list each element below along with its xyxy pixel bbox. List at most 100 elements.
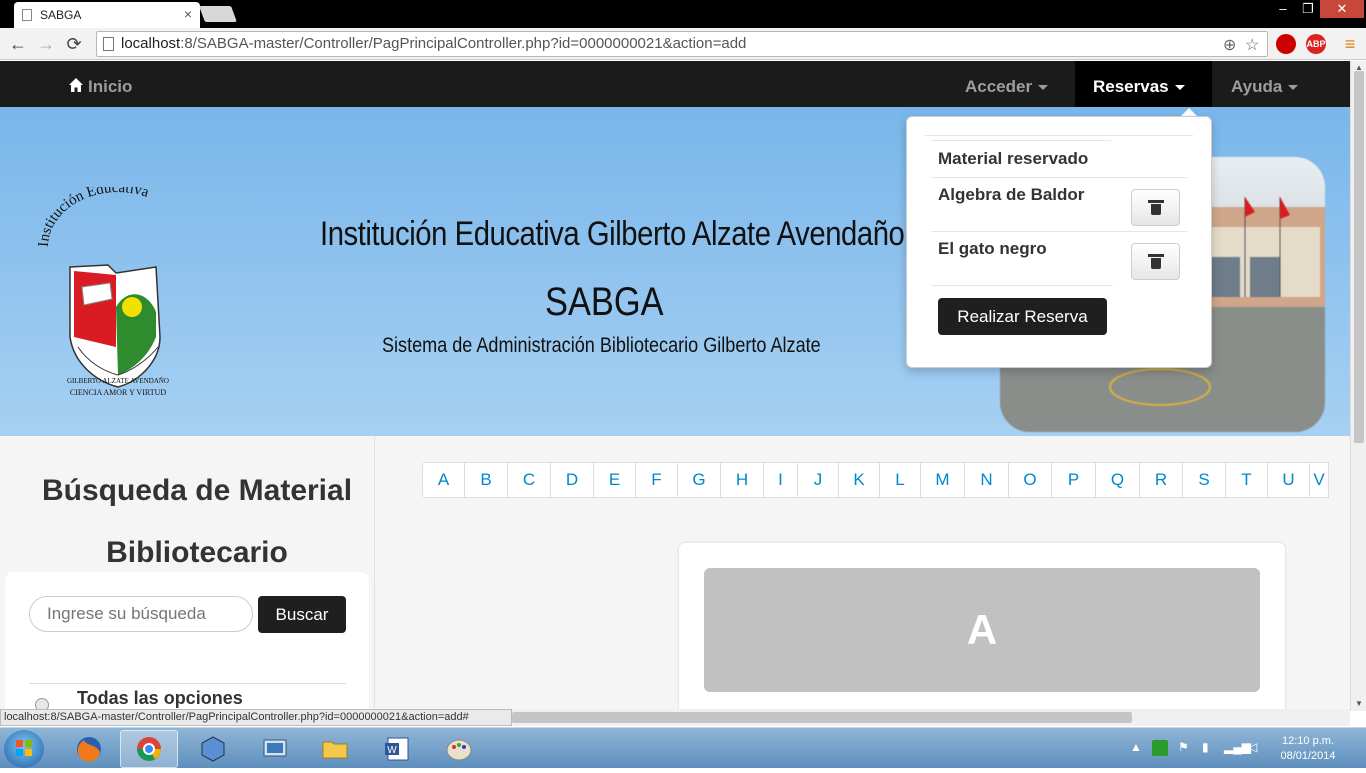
pager-letter-b[interactable]: B — [464, 462, 508, 498]
adblock-icon[interactable]: ABP — [1306, 34, 1326, 54]
browser-tab[interactable]: SABGA × — [14, 2, 200, 28]
zoom-icon[interactable]: ⊕ — [1223, 34, 1236, 58]
vertical-scrollbar[interactable]: ▲ ▼ — [1350, 61, 1366, 711]
browser-menu-icon[interactable]: ≡ — [1338, 32, 1362, 56]
nav-home[interactable]: Inicio — [68, 61, 132, 107]
bookmark-star-icon[interactable]: ☆ — [1245, 34, 1259, 58]
firefox-icon[interactable] — [60, 730, 118, 768]
control-panel-icon[interactable] — [246, 730, 304, 768]
system-subtitle: Sistema de Administración Bibliotecario … — [382, 334, 821, 357]
search-input[interactable] — [29, 596, 253, 632]
nav-acceder-label: Acceder — [965, 77, 1033, 96]
virtualbox-icon[interactable] — [184, 730, 242, 768]
system-acronym: SABGA — [545, 280, 664, 324]
tab-title: SABGA — [40, 8, 82, 22]
pager-letter-f[interactable]: F — [635, 462, 678, 498]
nav-ayuda-label: Ayuda — [1231, 77, 1283, 96]
minimize-button[interactable]: ‒ — [1270, 0, 1296, 18]
pager-letter-r[interactable]: R — [1139, 462, 1183, 498]
pager-letter-e[interactable]: E — [593, 462, 636, 498]
pager-letter-m[interactable]: M — [920, 462, 965, 498]
nav-reservas[interactable]: Reservas — [1075, 61, 1212, 107]
pager-letter-d[interactable]: D — [550, 462, 594, 498]
tab-close-icon[interactable]: × — [184, 6, 192, 22]
windows-logo-icon — [16, 740, 32, 756]
sidebar-title-line1: Búsqueda de Material — [41, 474, 353, 507]
tray-flag-icon[interactable]: ⚑ — [1178, 740, 1189, 754]
system-clock[interactable]: 12:10 p.m. 08/01/2014 — [1268, 734, 1348, 764]
delete-reserved-item-button[interactable] — [1131, 243, 1180, 280]
back-icon[interactable]: ← — [6, 32, 30, 56]
pager-letter-c[interactable]: C — [507, 462, 551, 498]
word-icon[interactable]: W — [368, 730, 426, 768]
pager-letter-u[interactable]: U — [1267, 462, 1310, 498]
alphabet-pager: ABCDEFGHIJKLMNOPQRSTUV — [422, 462, 1329, 498]
svg-text:W: W — [387, 745, 397, 756]
nav-reservas-label: Reservas — [1093, 77, 1169, 96]
trash-icon — [1148, 200, 1164, 215]
pager-letter-q[interactable]: Q — [1095, 462, 1140, 498]
search-button[interactable]: Buscar — [258, 596, 346, 633]
network-icon[interactable]: ▂▄▆ — [1224, 740, 1251, 754]
address-bar[interactable]: localhost:8/SABGA-master/Controller/PagP… — [96, 31, 1268, 57]
top-navbar: Inicio Acceder Reservas Ayuda — [0, 61, 1350, 107]
caret-down-icon — [1038, 85, 1049, 91]
pager-letter-t[interactable]: T — [1225, 462, 1268, 498]
divider — [29, 683, 346, 684]
scrollbar-thumb[interactable] — [512, 712, 1132, 723]
scroll-down-icon[interactable]: ▼ — [1355, 699, 1363, 708]
tray-app-icon[interactable] — [1152, 740, 1168, 756]
school-logo: Institución Educativa CIENCIA AMOR Y VIR… — [36, 180, 198, 407]
clock-time: 12:10 p.m. — [1282, 735, 1334, 747]
svg-text:Institución Educativa: Institución Educativa — [38, 187, 151, 247]
tray-expand-icon[interactable]: ▲ — [1130, 740, 1142, 754]
reload-icon[interactable]: ⟳ — [62, 32, 86, 56]
nav-ayuda[interactable]: Ayuda — [1231, 61, 1299, 107]
pager-letter-p[interactable]: P — [1051, 462, 1096, 498]
pager-letter-g[interactable]: G — [677, 462, 721, 498]
caret-down-icon — [1288, 85, 1299, 91]
browser-titlebar: SABGA × ‒ ❐ ✕ — [0, 0, 1366, 28]
pager-letter-v[interactable]: V — [1309, 462, 1329, 498]
search-card: Buscar Todas las opciones — [5, 572, 369, 711]
pager-letter-s[interactable]: S — [1182, 462, 1226, 498]
logo-arc-text: GILBERTO ALZATE AVENDAÑO — [67, 377, 169, 385]
paint-icon[interactable] — [430, 730, 488, 768]
sidebar-title: Búsqueda de Material Bibliotecario — [0, 460, 394, 584]
chrome-icon[interactable] — [120, 730, 178, 768]
pager-letter-h[interactable]: H — [720, 462, 764, 498]
nav-acceder[interactable]: Acceder — [965, 61, 1049, 107]
pager-letter-o[interactable]: O — [1008, 462, 1052, 498]
horizontal-scrollbar[interactable] — [512, 709, 1350, 726]
pager-letter-n[interactable]: N — [964, 462, 1009, 498]
scrollbar-thumb[interactable] — [1354, 71, 1364, 443]
close-window-button[interactable]: ✕ — [1320, 0, 1364, 18]
school-title: Institución Educativa Gilberto Alzate Av… — [320, 215, 905, 253]
browser-toolbar: ← → ⟳ localhost:8/SABGA-master/Controlle… — [0, 28, 1366, 60]
url-host: localhost — [121, 35, 181, 52]
logo-top-text: Institución Educativa — [36, 180, 151, 247]
radio-all-options-label: Todas las opciones — [77, 688, 243, 708]
letter-section-card: A — [679, 543, 1285, 711]
extension-icon[interactable] — [1276, 34, 1296, 54]
pager-letter-j[interactable]: J — [797, 462, 839, 498]
page-icon — [22, 9, 32, 21]
maximize-button[interactable]: ❐ — [1296, 0, 1320, 18]
url-path: :8/SABGA-master/Controller/PagPrincipalC… — [180, 35, 747, 52]
pager-letter-i[interactable]: I — [763, 462, 798, 498]
nav-home-label: Inicio — [88, 77, 133, 96]
make-reservation-button[interactable]: Realizar Reserva — [938, 298, 1107, 335]
tray-power-icon[interactable]: ▮ — [1202, 740, 1209, 754]
new-tab-button[interactable] — [199, 6, 237, 22]
forward-icon[interactable]: → — [34, 32, 58, 56]
start-button[interactable] — [4, 730, 44, 768]
pager-letter-l[interactable]: L — [879, 462, 921, 498]
volume-icon[interactable]: ◁ — [1248, 740, 1257, 754]
delete-reserved-item-button[interactable] — [1131, 189, 1180, 226]
home-icon — [69, 78, 83, 92]
divider — [925, 135, 1193, 136]
pager-letter-k[interactable]: K — [838, 462, 880, 498]
file-explorer-icon[interactable] — [306, 730, 364, 768]
main-content: Búsqueda de Material Bibliotecario Busca… — [0, 436, 1350, 711]
pager-letter-a[interactable]: A — [422, 462, 465, 498]
